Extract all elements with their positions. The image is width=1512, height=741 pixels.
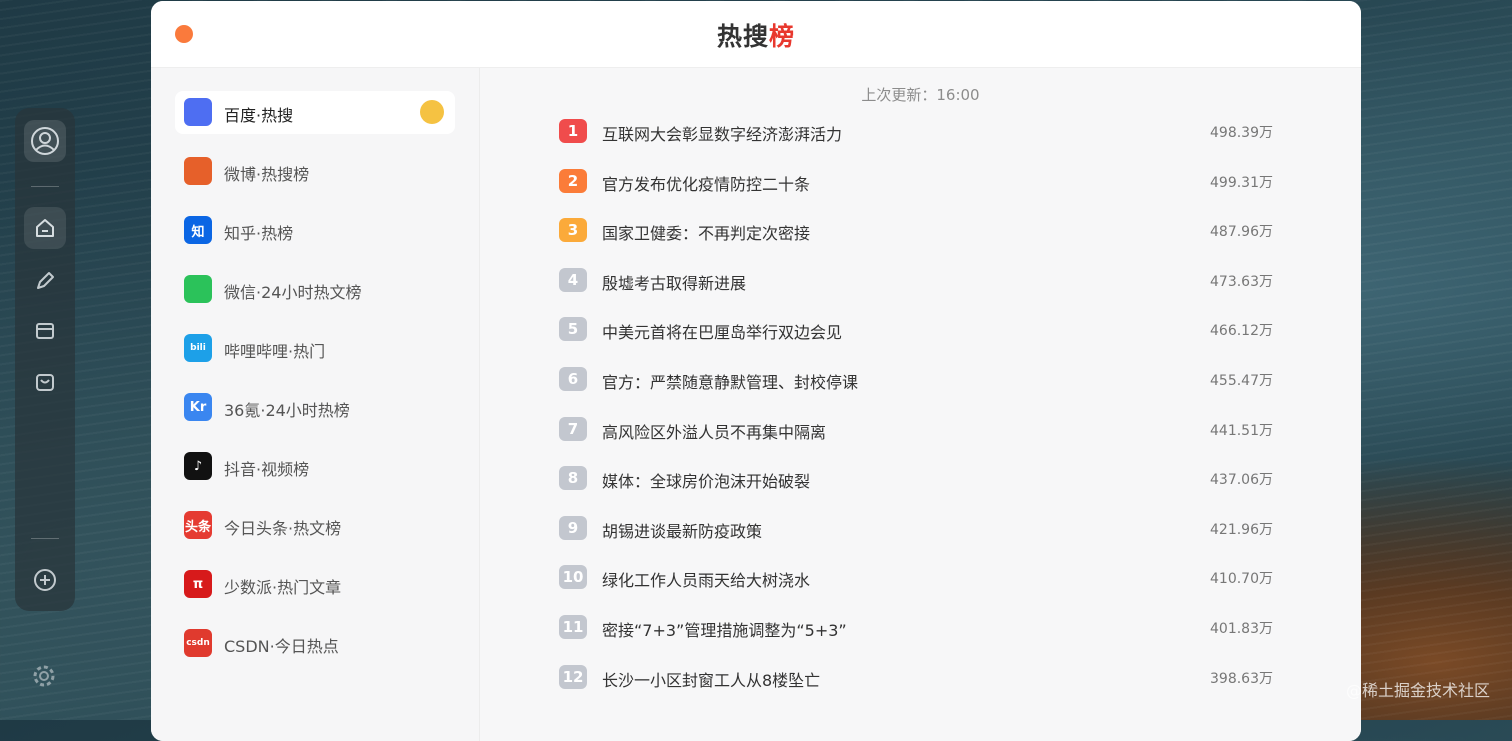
rank-badge: 12 [559, 664, 587, 689]
watermark: @稀土掘金技术社区 [1345, 681, 1490, 700]
source-item[interactable]: 微博·热搜榜 [175, 150, 455, 193]
hot-item-row[interactable]: 7 高风险区外溢人员不再集中隔离 441.51万 [559, 414, 1279, 444]
sspai-icon: π [184, 570, 212, 598]
hot-item-row[interactable]: 12 长沙一小区封窗工人从8楼坠亡 398.63万 [559, 662, 1279, 692]
hot-item-title[interactable]: 官方发布优化疫情防控二十条 [602, 171, 810, 195]
douyin-icon: ♪ [184, 452, 212, 480]
hot-item-title[interactable]: 高风险区外溢人员不再集中隔离 [602, 419, 826, 443]
rank-badge: 2 [559, 168, 587, 193]
hot-item-title[interactable]: 国家卫健委：不再判定次密接 [602, 220, 810, 244]
rank-badge: 9 [559, 515, 587, 540]
hot-item-title[interactable]: 互联网大会彰显数字经济澎湃活力 [602, 121, 842, 145]
hot-item-heat: 401.83万 [1210, 621, 1273, 637]
hot-item-row[interactable]: 9 胡锡进谈最新防疫政策 421.96万 [559, 513, 1279, 543]
last-updated-label: 上次更新：16:00 [861, 86, 980, 104]
source-label: 微博·热搜榜 [224, 165, 310, 184]
bag-icon[interactable] [24, 361, 66, 403]
hot-item-title[interactable]: 密接“7+3”管理措施调整为“5+3” [602, 617, 847, 641]
source-label: 抖音·视频榜 [224, 460, 310, 479]
dock-divider [31, 538, 59, 539]
wechat-icon [184, 275, 212, 303]
toutiao-icon: 头条 [184, 511, 212, 539]
weibo-icon [184, 157, 212, 185]
hot-item-heat: 398.63万 [1210, 670, 1273, 687]
pen-icon[interactable] [24, 260, 66, 302]
hot-item-heat: 473.63万 [1210, 273, 1273, 290]
source-label: 今日头条·热文榜 [224, 519, 342, 538]
rank-badge: 11 [559, 615, 587, 639]
hot-item-row[interactable]: 4 殷墟考古取得新进展 473.63万 [559, 265, 1279, 295]
title-bar: 热搜榜 [151, 1, 1361, 68]
rank-badge: 7 [559, 416, 587, 441]
rank-badge: 10 [559, 565, 587, 590]
gear-icon[interactable] [31, 663, 57, 689]
side-dock [15, 108, 75, 611]
plus-circle-icon[interactable] [24, 559, 66, 601]
hot-item-row[interactable]: 2 官方发布优化疫情防控二十条 499.31万 [559, 166, 1279, 196]
36kr-icon: Kr [184, 393, 212, 421]
hot-item-heat: 487.96万 [1210, 224, 1273, 241]
source-label: 知乎·热榜 [224, 224, 294, 243]
hot-item-heat: 455.47万 [1210, 373, 1273, 389]
hot-item-title[interactable]: 殷墟考古取得新进展 [602, 270, 746, 294]
source-label: 36氪·24小时热榜 [224, 401, 350, 420]
baidu-icon [184, 98, 212, 126]
hot-item-heat: 441.51万 [1210, 422, 1273, 439]
home-icon[interactable] [24, 207, 66, 249]
source-label: 少数派·热门文章 [224, 578, 342, 597]
csdn-icon: csdn [184, 629, 212, 657]
hot-item-heat: 437.06万 [1210, 472, 1273, 489]
source-item[interactable]: 知知乎·热榜 [175, 209, 455, 252]
hot-search-window: 热搜榜 百度·热搜微博·热搜榜知知乎·热榜微信·24小时热文榜 bili 哔哩哔哩·… [151, 1, 1361, 741]
hot-item-heat: 421.96万 [1210, 521, 1273, 538]
source-item[interactable]: 百度·热搜 [175, 91, 455, 134]
source-item[interactable]: Kr 36氪·24小时热榜 [175, 386, 455, 429]
user-avatar-icon[interactable] [24, 120, 66, 162]
source-label: CSDN·今日热点 [224, 637, 339, 656]
source-item[interactable]: bili 哔哩哔哩·热门 [175, 327, 455, 370]
archive-icon[interactable] [24, 310, 66, 352]
hot-item-heat: 499.31万 [1210, 174, 1273, 191]
source-label: 哔哩哔哩·热门 [224, 342, 326, 361]
hot-list-panel: 上次更新：16:00 1 互联网大会彰显数字经济澎湃活力 498.39万 2 官方发布优… [480, 68, 1361, 741]
hot-item-row[interactable]: 11 密接“7+3”管理措施调整为“5+3” 401.83万 [559, 612, 1279, 642]
window-title: 热搜榜 [716, 22, 796, 51]
hot-item-heat: 410.70万 [1210, 571, 1273, 588]
hot-item-row[interactable]: 6 官方：严禁随意静默管理、封校停课 455.47万 [559, 364, 1279, 394]
source-item[interactable]: ♪ 抖音·视频榜 [175, 445, 455, 488]
source-item[interactable]: 微信·24小时热文榜 [175, 268, 455, 311]
rank-badge: 8 [559, 466, 587, 491]
rank-badge: 6 [559, 367, 587, 391]
bilibili-icon: bili [184, 334, 212, 362]
rank-badge: 3 [559, 218, 587, 243]
zhihu-icon: 知 [184, 216, 212, 244]
hot-item-row[interactable]: 5 中美元首将在巴厘岛举行双边会见 466.12万 [559, 314, 1279, 344]
source-sidebar: 百度·热搜微博·热搜榜知知乎·热榜微信·24小时热文榜 bili 哔哩哔哩·热门 Kr… [151, 68, 480, 741]
hot-item-title[interactable]: 媒体：全球房价泡沫开始破裂 [602, 468, 810, 492]
rank-badge: 1 [559, 119, 587, 143]
hot-item-title[interactable]: 中美元首将在巴厘岛举行双边会见 [602, 319, 842, 343]
source-item[interactable]: π 少数派·热门文章 [175, 563, 455, 606]
hot-item-heat: 498.39万 [1210, 125, 1273, 141]
refresh-badge-icon[interactable] [420, 100, 444, 124]
hot-item-title[interactable]: 胡锡进谈最新防疫政策 [602, 518, 762, 542]
hot-item-title[interactable]: 长沙一小区封窗工人从8楼坠亡 [602, 667, 820, 691]
rank-badge: 4 [559, 267, 587, 292]
dock-divider [31, 186, 59, 187]
hot-item-row[interactable]: 1 互联网大会彰显数字经济澎湃活力 498.39万 [559, 116, 1279, 146]
source-item[interactable]: csdn CSDN·今日热点 [175, 622, 455, 665]
hot-item-heat: 466.12万 [1210, 323, 1273, 340]
source-label: 微信·24小时热文榜 [224, 283, 362, 302]
source-label: 百度·热搜 [224, 106, 294, 125]
hot-item-row[interactable]: 10 绿化工作人员雨天给大树浇水 410.70万 [559, 562, 1279, 592]
hot-item-title[interactable]: 官方：严禁随意静默管理、封校停课 [602, 369, 858, 393]
hot-item-row[interactable]: 8 媒体：全球房价泡沫开始破裂 437.06万 [559, 463, 1279, 493]
source-item[interactable]: 头条 今日头条·热文榜 [175, 504, 455, 547]
hot-item-row[interactable]: 3 国家卫健委：不再判定次密接 487.96万 [559, 215, 1279, 245]
hot-item-title[interactable]: 绿化工作人员雨天给大树浇水 [602, 567, 810, 591]
rank-badge: 5 [559, 317, 587, 342]
